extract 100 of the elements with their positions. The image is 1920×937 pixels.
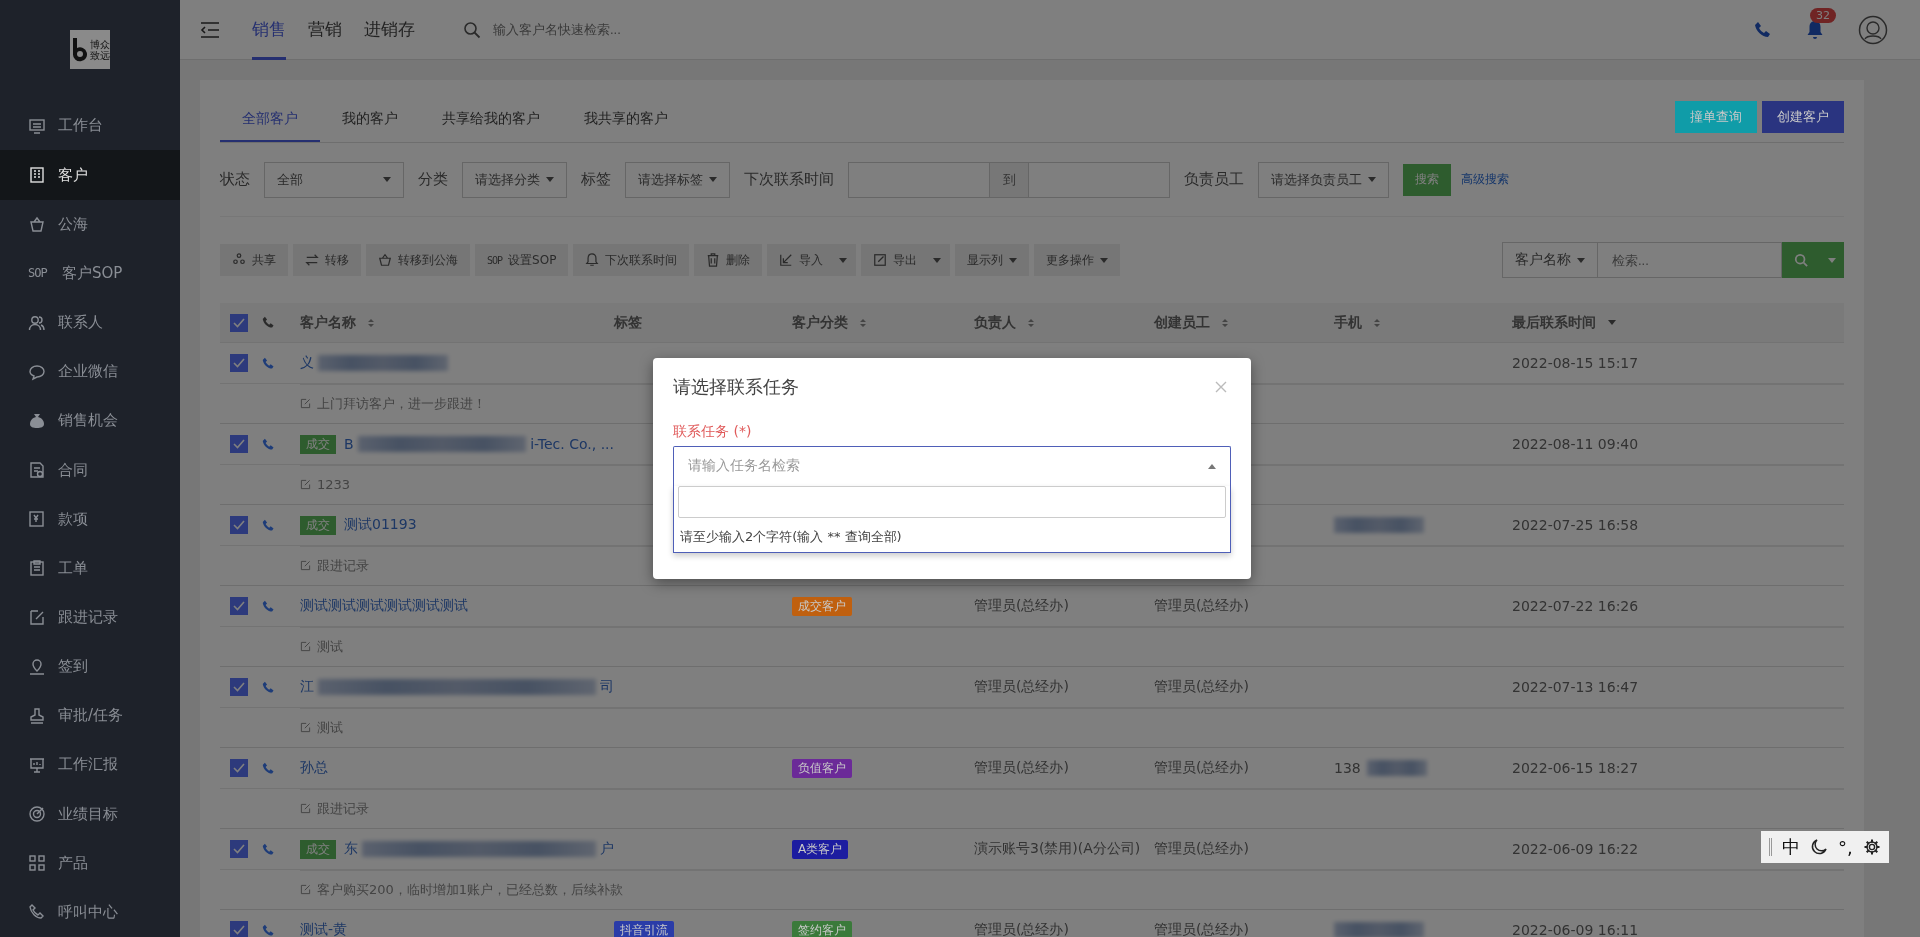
search-field[interactable]: 检索...: [1598, 242, 1782, 278]
nav-tab[interactable]: 营销: [308, 0, 342, 60]
input-mode-toggle[interactable]: 中: [1782, 835, 1800, 859]
toolbar-button[interactable]: 导入: [767, 244, 836, 276]
sort-icon[interactable]: [368, 317, 374, 328]
avatar-icon[interactable]: [1858, 14, 1888, 45]
customer-name-link[interactable]: 东: [344, 840, 358, 858]
customer-name-link[interactable]: 孙总: [300, 759, 328, 777]
sort-icon[interactable]: [1028, 317, 1034, 328]
dropdown[interactable]: 全部: [264, 161, 404, 198]
menu-icon[interactable]: [200, 21, 220, 38]
dropdown-toggle[interactable]: [1820, 242, 1844, 278]
search-button[interactable]: [1782, 242, 1820, 278]
toolbar-button[interactable]: 删除: [694, 244, 763, 276]
sidebar-item[interactable]: 客户: [0, 150, 180, 200]
sidebar-item[interactable]: 呼叫中心: [0, 887, 180, 937]
checkbox[interactable]: [230, 435, 248, 453]
dropdown[interactable]: 请选择标签: [625, 161, 730, 198]
sort-icon[interactable]: [1374, 317, 1380, 328]
column-header[interactable]: 创建员工: [1154, 313, 1210, 332]
phone-icon[interactable]: [262, 923, 275, 937]
sidebar-item[interactable]: 跟进记录: [0, 592, 180, 643]
sidebar-item[interactable]: 联系人: [0, 297, 180, 348]
column-header[interactable]: 标签: [614, 313, 642, 332]
nav-tab[interactable]: 进销存: [364, 0, 415, 60]
punctuation-toggle[interactable]: °,: [1838, 836, 1853, 858]
phone-icon[interactable]: [262, 356, 275, 370]
header-button[interactable]: 创建客户: [1762, 101, 1844, 133]
dropdown[interactable]: 请选择负责员工: [1258, 161, 1389, 198]
checkbox[interactable]: [230, 597, 248, 615]
toolbar-button[interactable]: 下次联系时间: [573, 244, 690, 276]
phone-icon[interactable]: [262, 518, 275, 532]
column-header[interactable]: 负责人: [974, 313, 1016, 332]
checkbox[interactable]: [230, 313, 248, 332]
toolbar-button[interactable]: 共享: [220, 244, 288, 276]
phone-icon[interactable]: [262, 599, 275, 613]
column-header[interactable]: 客户名称: [300, 313, 356, 332]
toolbar-button[interactable]: 转移: [293, 244, 361, 276]
customer-name-link[interactable]: 测试测试测试测试测试测试: [300, 597, 468, 615]
checkbox[interactable]: [230, 840, 248, 858]
checkbox[interactable]: [230, 354, 248, 372]
sidebar-item[interactable]: 签到: [0, 642, 180, 692]
customer-name-link[interactable]: 测试-黄: [300, 921, 348, 937]
sidebar-item[interactable]: 销售机会: [0, 396, 180, 446]
nav-tab[interactable]: 销售: [252, 0, 286, 60]
settings-icon[interactable]: [1862, 838, 1881, 856]
customer-name-link[interactable]: 江: [300, 678, 314, 696]
phone-icon[interactable]: [262, 437, 275, 451]
sort-icon[interactable]: [1222, 317, 1228, 328]
advanced-search-link[interactable]: 高级搜索: [1461, 171, 1509, 188]
phone-icon[interactable]: [262, 680, 275, 694]
dropdown[interactable]: 请选择分类: [462, 161, 567, 198]
customer-name-link[interactable]: B: [344, 436, 354, 452]
customer-name-link[interactable]: 户: [600, 840, 614, 858]
sidebar-item[interactable]: SOP 客户SOP: [0, 248, 180, 298]
dropdown-toggle[interactable]: [835, 244, 857, 276]
bell-icon[interactable]: [1806, 19, 1824, 40]
search-field[interactable]: [678, 486, 1226, 518]
column-header[interactable]: 手机: [1334, 313, 1362, 332]
moon-icon[interactable]: [1810, 838, 1828, 856]
sidebar-item[interactable]: 企业微信: [0, 347, 180, 397]
checkbox[interactable]: [230, 516, 248, 534]
toolbar-button[interactable]: 转移到公海: [366, 244, 470, 276]
sort-descending-icon[interactable]: [1608, 320, 1616, 325]
customer-tab[interactable]: 全部客户: [220, 110, 320, 142]
sidebar-item[interactable]: 工单: [0, 543, 180, 593]
checkbox[interactable]: [230, 921, 248, 937]
phone-icon[interactable]: [262, 761, 275, 775]
search-field-selector[interactable]: 客户名称: [1502, 242, 1598, 278]
customer-name-link[interactable]: i-Tec. Co., ...: [530, 436, 614, 452]
sidebar-item[interactable]: 合同: [0, 445, 180, 495]
customer-tab[interactable]: 我的客户: [320, 110, 420, 142]
sidebar-item[interactable]: 审批/任务: [0, 691, 180, 741]
customer-name-link[interactable]: 司: [600, 678, 614, 696]
sidebar-item[interactable]: 工作汇报: [0, 740, 180, 790]
sidebar-item[interactable]: 工作台: [0, 101, 180, 151]
customer-tab[interactable]: 共享给我的客户: [420, 110, 562, 142]
search-field[interactable]: 输入客户名快速检索...: [491, 21, 791, 38]
column-header[interactable]: 最后联系时间: [1512, 313, 1596, 332]
toolbar-button[interactable]: 导出: [861, 244, 930, 276]
checkbox[interactable]: [230, 678, 248, 696]
toolbar-button[interactable]: 更多操作: [1034, 244, 1121, 276]
toolbar-button[interactable]: 显示列: [955, 244, 1030, 276]
header-button[interactable]: 撞单查询: [1675, 101, 1757, 133]
dropdown-toggle[interactable]: [929, 244, 951, 276]
toolbar-button[interactable]: SOP 设置SOP: [475, 244, 569, 276]
phone-icon[interactable]: [262, 842, 275, 856]
close-icon[interactable]: [1215, 381, 1227, 393]
customer-name-link[interactable]: 义: [300, 354, 314, 372]
drag-handle[interactable]: [1769, 838, 1772, 856]
search-button[interactable]: 搜索: [1403, 163, 1451, 196]
checkbox[interactable]: [230, 759, 248, 777]
customer-tab[interactable]: 我共享的客户: [562, 110, 690, 142]
phone-icon[interactable]: [1754, 20, 1772, 39]
sidebar-item[interactable]: 款项: [0, 494, 180, 544]
sort-icon[interactable]: [860, 317, 866, 328]
column-header[interactable]: 客户分类: [792, 313, 848, 332]
customer-name-link[interactable]: 测试01193: [344, 516, 417, 534]
sidebar-item[interactable]: 公海: [0, 199, 180, 249]
sidebar-item[interactable]: 产品: [0, 838, 180, 888]
